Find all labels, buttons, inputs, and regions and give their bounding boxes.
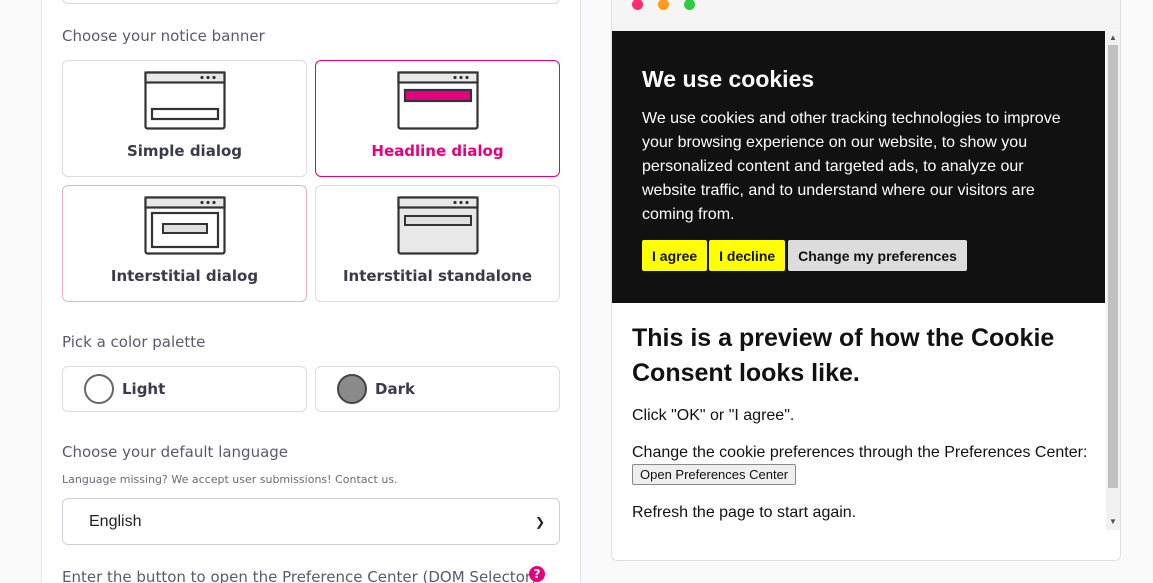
- light-swatch-icon: [84, 374, 114, 404]
- scroll-up-arrow-icon[interactable]: ▲: [1109, 33, 1117, 42]
- preview-panel: We use cookies We use cookies and other …: [611, 0, 1121, 561]
- dom-selector-label: Enter the button to open the Preference …: [62, 568, 537, 583]
- scrollbar-thumb[interactable]: [1108, 45, 1118, 488]
- preview-heading: This is a preview of how the Cookie Cons…: [632, 324, 1055, 387]
- interstitial-standalone-icon: [397, 196, 479, 255]
- palette-section-label: Pick a color palette: [62, 333, 206, 351]
- preferences-text: Change the cookie preferences through th…: [632, 444, 1088, 461]
- palette-option-light[interactable]: Light: [62, 366, 307, 412]
- dark-swatch-icon: [337, 374, 367, 404]
- preview-viewport: We use cookies We use cookies and other …: [612, 31, 1120, 530]
- top-input-field[interactable]: [62, 0, 560, 4]
- agree-button[interactable]: I agree: [642, 240, 708, 271]
- preview-paragraph-ok: Click "OK" or "I agree".: [632, 407, 795, 424]
- banner-option-label: Interstitial dialog: [110, 267, 259, 285]
- banner-option-label: Headline dialog: [371, 142, 504, 160]
- preview-content: This is a preview of how the Cookie Cons…: [632, 321, 1092, 530]
- palette-option-label: Light: [122, 380, 166, 398]
- banner-section-label: Choose your notice banner: [62, 27, 265, 45]
- browser-title-bar: [612, 0, 1120, 31]
- language-note: Language missing? We accept user submiss…: [62, 473, 398, 486]
- palette-option-dark[interactable]: Dark: [315, 366, 560, 412]
- cookie-banner: We use cookies We use cookies and other …: [612, 31, 1105, 303]
- interstitial-dialog-icon: [144, 196, 226, 255]
- language-section-label: Choose your default language: [62, 443, 289, 461]
- preview-scrollbar[interactable]: ▲ ▼: [1106, 31, 1120, 530]
- scroll-down-arrow-icon[interactable]: ▼: [1109, 517, 1117, 526]
- palette-option-label: Dark: [375, 380, 415, 398]
- cookie-banner-title: We use cookies: [642, 66, 815, 92]
- chevron-down-icon: ❯: [534, 515, 545, 529]
- banner-option-label: Interstitial standalone: [342, 267, 533, 285]
- window-maximize-dot-icon: [684, 0, 695, 10]
- settings-panel: Choose your notice banner Simple dialog …: [41, 0, 581, 583]
- open-preferences-center-button[interactable]: Open Preferences Center: [632, 464, 797, 485]
- simple-dialog-icon: [144, 71, 226, 130]
- window-minimize-dot-icon: [658, 0, 669, 10]
- language-select-value: English: [89, 512, 142, 530]
- cookie-banner-buttons: I agree I decline Change my preferences: [642, 240, 967, 271]
- help-icon[interactable]: ?: [529, 566, 545, 582]
- banner-option-simple-dialog[interactable]: Simple dialog: [62, 60, 307, 177]
- banner-option-headline-dialog[interactable]: Headline dialog: [315, 60, 560, 177]
- decline-button[interactable]: I decline: [709, 240, 786, 271]
- preview-paragraph-refresh: Refresh the page to start again.: [632, 504, 857, 521]
- banner-option-label: Simple dialog: [126, 142, 243, 160]
- banner-option-interstitial-dialog[interactable]: Interstitial dialog: [62, 185, 307, 302]
- change-preferences-button[interactable]: Change my preferences: [788, 240, 967, 271]
- language-select[interactable]: English ❯: [62, 498, 560, 545]
- window-close-dot-icon: [632, 0, 643, 10]
- cookie-banner-text: We use cookies and other tracking techno…: [642, 110, 1061, 223]
- preview-paragraph-preferences: Change the cookie preferences through th…: [632, 442, 1092, 487]
- page: Choose your notice banner Simple dialog …: [0, 0, 1153, 583]
- banner-option-interstitial-standalone[interactable]: Interstitial standalone: [315, 185, 560, 302]
- headline-dialog-icon: [397, 71, 479, 130]
